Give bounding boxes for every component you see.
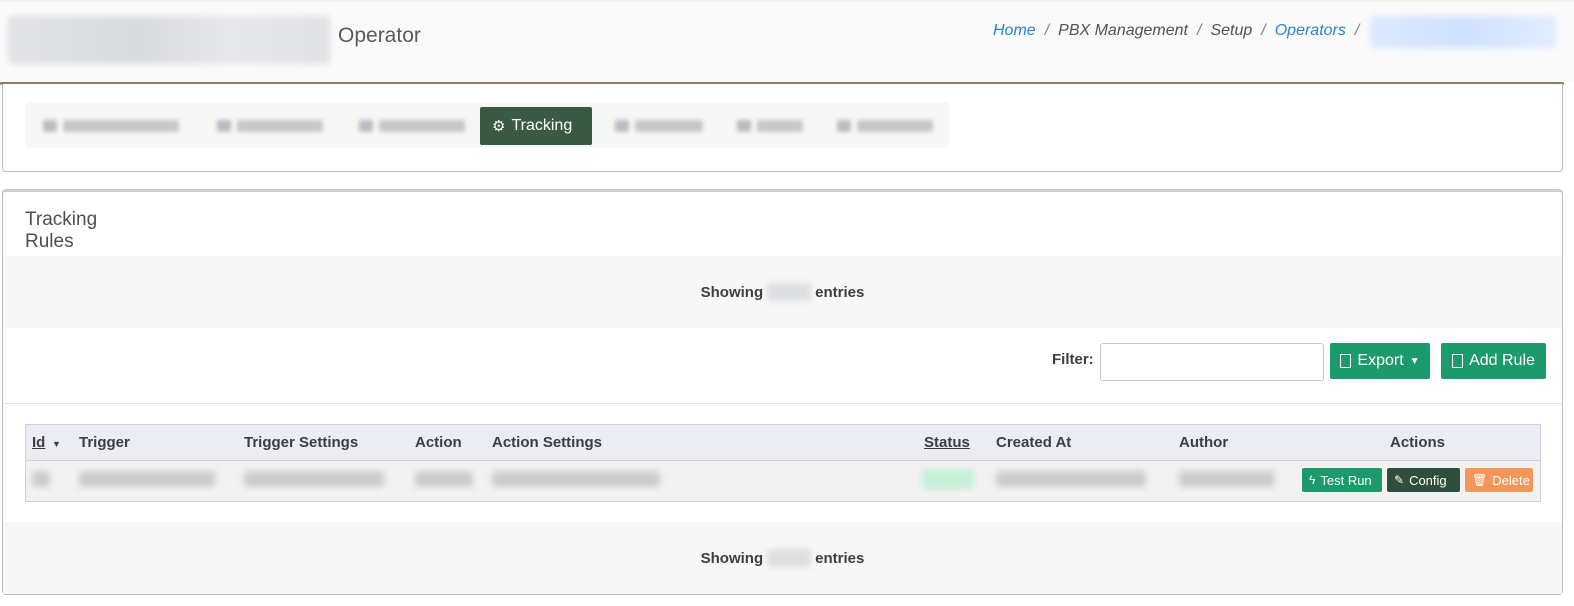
- tab-sip-settings[interactable]: [355, 108, 469, 144]
- caret-down-icon: ▼: [1409, 355, 1420, 367]
- cell-created-at-redacted: [996, 471, 1146, 487]
- cell-trigger-redacted: [79, 471, 215, 487]
- section-title: Tracking Rules: [25, 209, 150, 260]
- column-action: Action: [415, 434, 462, 451]
- tab-icon: [737, 120, 751, 132]
- column-id[interactable]: Id: [32, 434, 45, 451]
- showing-suffix: entries: [815, 549, 865, 567]
- breadcrumb-separator: /: [1197, 22, 1202, 39]
- breadcrumb-operators[interactable]: Operators: [1275, 22, 1346, 40]
- tab-tracking-label: Tracking: [511, 117, 573, 134]
- cell-id-redacted: [32, 471, 50, 487]
- sort-desc-icon: ▼: [52, 439, 61, 449]
- column-action-settings: Action Settings: [492, 434, 603, 451]
- trash-icon: 🗑: [1472, 473, 1488, 487]
- filter-label: Filter:: [1052, 351, 1094, 368]
- cell-action-redacted: [415, 471, 473, 487]
- column-status[interactable]: Status: [924, 434, 970, 451]
- bolt-icon: ϟ: [1309, 473, 1316, 487]
- cogs-icon: ⚙: [492, 118, 506, 135]
- breadcrumb-current-redacted[interactable]: [1370, 16, 1556, 48]
- tracking-rules-table: Id ▼ Trigger Trigger Settings Action Act…: [25, 424, 1541, 502]
- cell-author-redacted: [1179, 471, 1275, 487]
- tab-icon: [217, 120, 231, 132]
- breadcrumb-separator: /: [1261, 22, 1266, 39]
- entries-info-top: Showing entries: [3, 256, 1562, 328]
- config-label: Config: [1409, 472, 1447, 488]
- column-id-label: Id: [32, 434, 46, 451]
- delete-label: Delete: [1492, 472, 1530, 488]
- tab-voicemail[interactable]: [611, 108, 707, 144]
- entries-count-redacted: [767, 549, 812, 567]
- test-run-label: Test Run: [1320, 472, 1372, 488]
- tab-tracking[interactable]: ⚙ Tracking: [480, 107, 592, 145]
- test-run-button[interactable]: ϟ Test Run: [1302, 468, 1382, 492]
- filter-row: Filter: Export ▼ Add Rule: [3, 328, 1562, 404]
- page: Operator Home / PBX Management / Setup /…: [0, 0, 1574, 606]
- breadcrumb-setup: Setup: [1210, 22, 1253, 39]
- tabs-card: [2, 84, 1563, 172]
- edit-icon: ✎: [1394, 473, 1405, 487]
- entries-info-bottom: Showing entries: [3, 522, 1562, 594]
- breadcrumb-separator: /: [1044, 22, 1050, 39]
- breadcrumb-separator: /: [1354, 22, 1360, 39]
- cell-trigger-settings-redacted: [244, 471, 384, 487]
- export-label: Export: [1357, 352, 1404, 369]
- tab-recordings[interactable]: [833, 108, 937, 144]
- export-button[interactable]: Export ▼: [1330, 343, 1430, 379]
- page-title: Operator: [338, 24, 421, 47]
- column-trigger: Trigger: [79, 434, 130, 451]
- file-excel-icon: [1340, 354, 1352, 368]
- breadcrumb: Home / PBX Management / Setup / Operator…: [993, 22, 1368, 40]
- filter-input[interactable]: [1100, 343, 1324, 381]
- operator-name-redacted: [8, 16, 330, 64]
- breadcrumb-pbx-management: PBX Management: [1058, 22, 1188, 39]
- entries-count-redacted: [767, 283, 812, 301]
- column-created-at: Created At: [996, 434, 1072, 451]
- cell-action-settings-redacted: [492, 471, 660, 487]
- tab-icon: [837, 120, 851, 132]
- tracking-rules-card: Tracking Rules Showing entries Filter: E…: [2, 189, 1563, 595]
- showing-suffix: entries: [815, 283, 865, 301]
- tab-icon: [615, 120, 629, 132]
- cell-status-redacted: [922, 469, 974, 489]
- file-plus-icon: [1452, 354, 1464, 368]
- page-header: Operator Home / PBX Management / Setup /…: [0, 0, 1574, 85]
- column-trigger-settings: Trigger Settings: [244, 434, 359, 451]
- tab-icon: [359, 120, 373, 132]
- delete-button[interactable]: 🗑 Delete: [1465, 468, 1533, 492]
- tab-icon: [43, 120, 57, 132]
- showing-prefix: Showing: [700, 549, 764, 567]
- column-author: Author: [1179, 434, 1229, 451]
- showing-prefix: Showing: [700, 283, 764, 301]
- table-header: Id ▼ Trigger Trigger Settings Action Act…: [26, 425, 1540, 461]
- tab-fmfm[interactable]: [733, 108, 807, 144]
- add-rule-label: Add Rule: [1469, 352, 1535, 369]
- tab-call-settings[interactable]: [213, 108, 329, 144]
- breadcrumb-home[interactable]: Home: [993, 22, 1036, 40]
- add-rule-button[interactable]: Add Rule: [1441, 343, 1546, 379]
- column-actions: Actions: [1390, 434, 1446, 451]
- table-row: ϟ Test Run ✎ Config 🗑 Delete: [26, 461, 1540, 501]
- tab-general-settings[interactable]: [39, 108, 189, 144]
- config-button[interactable]: ✎ Config: [1387, 468, 1460, 492]
